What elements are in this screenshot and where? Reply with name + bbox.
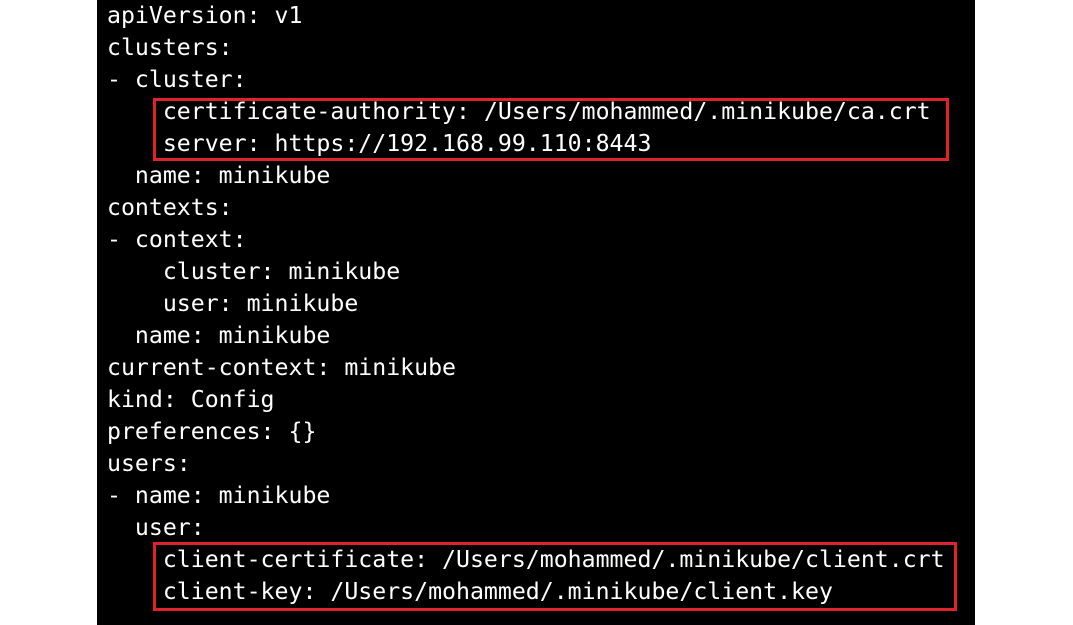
line-context-user: user: minikube (107, 290, 359, 317)
line-context-cluster: cluster: minikube (107, 258, 401, 285)
line-contexts: contexts: (107, 194, 233, 221)
line-user: user: (107, 514, 205, 541)
line-users: users: (107, 450, 191, 477)
line-cluster-name: name: minikube (107, 162, 331, 189)
kubeconfig-text: apiVersion: v1 clusters: - cluster: cert… (107, 0, 945, 608)
line-clusters: clusters: (107, 34, 233, 61)
line-context-item: - context: (107, 226, 247, 253)
line-preferences: preferences: {} (107, 418, 317, 445)
line-user-name: - name: minikube (107, 482, 331, 509)
line-context-name: name: minikube (107, 322, 331, 349)
line-kind: kind: Config (107, 386, 275, 413)
terminal-window: apiVersion: v1 clusters: - cluster: cert… (97, 0, 975, 625)
line-cluster-item: - cluster: (107, 66, 247, 93)
line-api-version: apiVersion: v1 (107, 2, 303, 29)
user-credentials-highlight (153, 542, 957, 611)
line-current-context: current-context: minikube (107, 354, 457, 381)
cluster-credentials-highlight (153, 98, 949, 161)
